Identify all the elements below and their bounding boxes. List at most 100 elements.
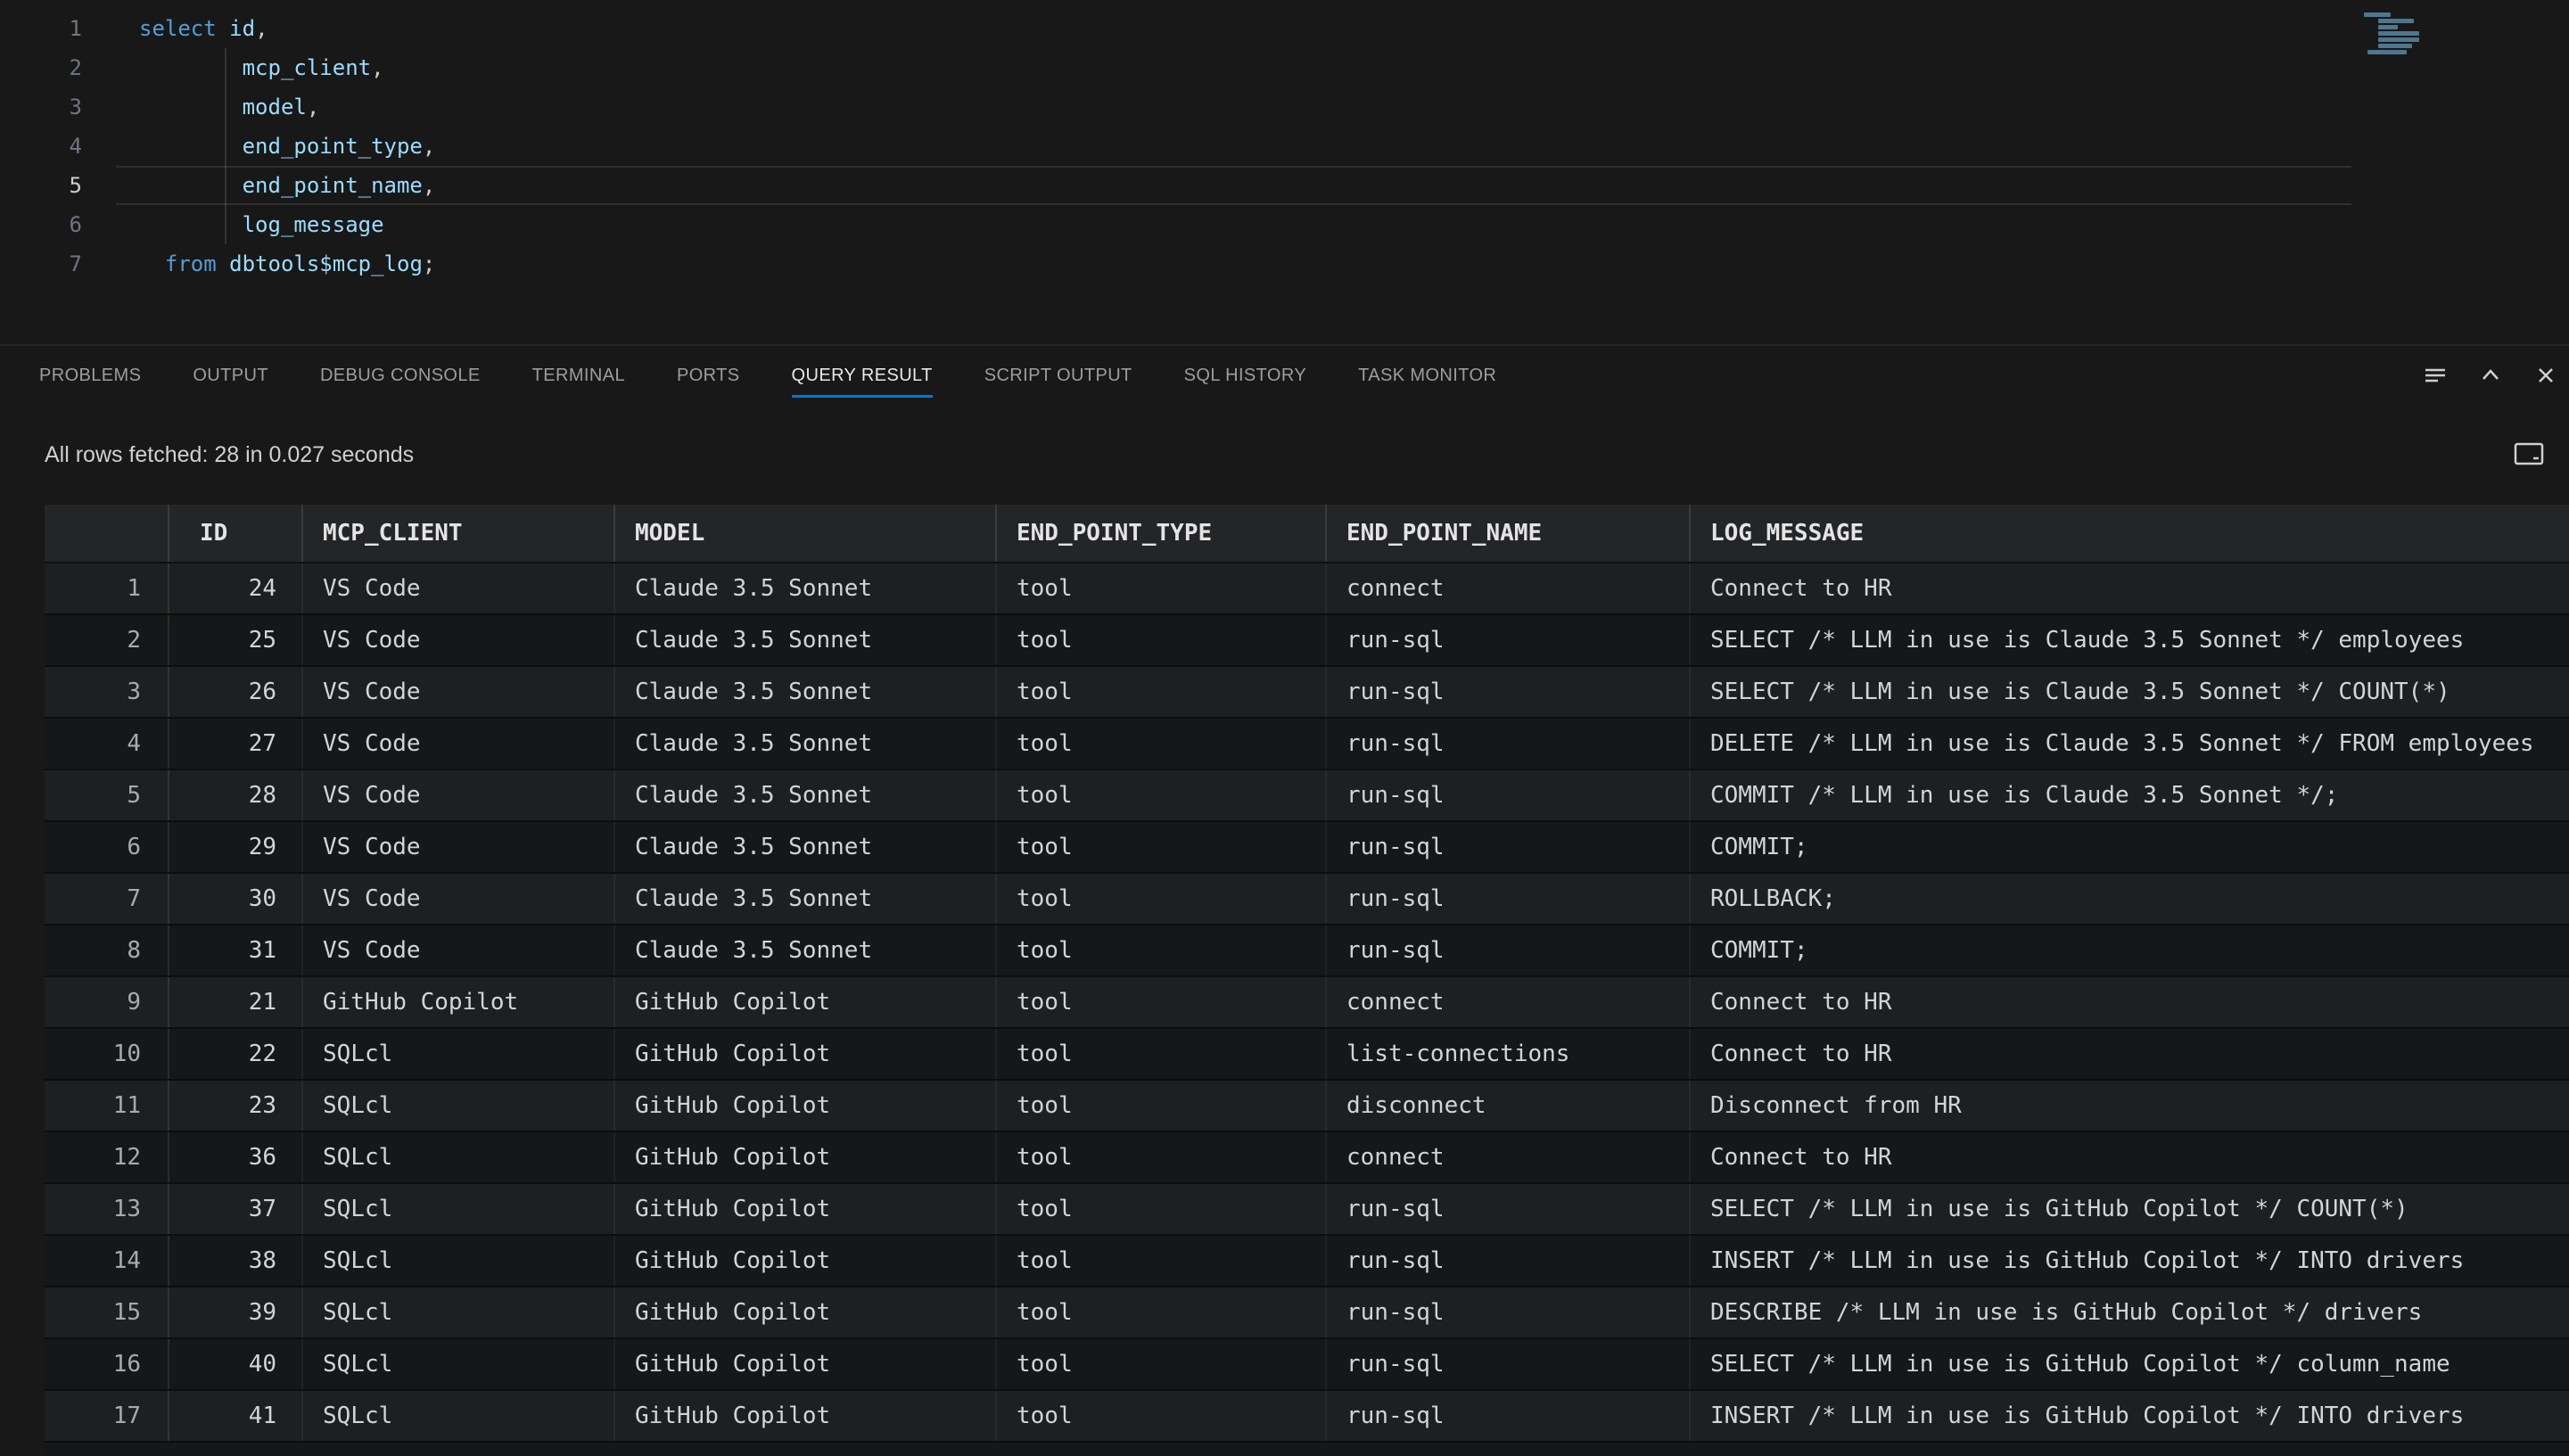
cell-id[interactable]: 37 <box>169 1184 303 1234</box>
table-row[interactable]: 1123SQLclGitHub CopilottooldisconnectDis… <box>45 1081 2569 1132</box>
cell-row-number[interactable]: 15 <box>45 1287 169 1337</box>
table-row[interactable]: 225VS CodeClaude 3.5 Sonnettoolrun-sqlSE… <box>45 615 2569 667</box>
cell-row-number[interactable]: 12 <box>45 1132 169 1182</box>
cell-row-number[interactable]: 10 <box>45 1029 169 1079</box>
cell-log-message[interactable]: DESCRIBE /* LLM in use is GitHub Copilot… <box>1691 1287 2569 1337</box>
cell-end-point-type[interactable]: tool <box>997 874 1327 924</box>
table-row[interactable]: 831VS CodeClaude 3.5 Sonnettoolrun-sqlCO… <box>45 925 2569 977</box>
cell-id[interactable]: 28 <box>169 770 303 820</box>
table-row[interactable]: 1022SQLclGitHub Copilottoollist-connecti… <box>45 1029 2569 1081</box>
cell-mcp-client[interactable]: VS Code <box>303 925 615 975</box>
cell-end-point-name[interactable]: run-sql <box>1327 667 1691 717</box>
cell-end-point-type[interactable]: tool <box>997 1081 1327 1131</box>
cell-model[interactable]: Claude 3.5 Sonnet <box>615 925 997 975</box>
cell-id[interactable]: 40 <box>169 1339 303 1389</box>
minimap[interactable] <box>2351 0 2569 344</box>
table-row[interactable]: 124VS CodeClaude 3.5 SonnettoolconnectCo… <box>45 563 2569 615</box>
line-number[interactable]: 6 <box>0 205 82 244</box>
table-row[interactable]: 730VS CodeClaude 3.5 Sonnettoolrun-sqlRO… <box>45 874 2569 925</box>
tab-task-monitor[interactable]: TASK MONITOR <box>1358 346 1496 405</box>
cell-mcp-client[interactable]: VS Code <box>303 563 615 613</box>
cell-model[interactable]: GitHub Copilot <box>615 1184 997 1234</box>
cell-row-number[interactable]: 2 <box>45 615 169 665</box>
cell-model[interactable]: Claude 3.5 Sonnet <box>615 822 997 872</box>
cell-end-point-type[interactable]: tool <box>997 1287 1327 1337</box>
table-row[interactable]: 1337SQLclGitHub Copilottoolrun-sqlSELECT… <box>45 1184 2569 1236</box>
table-row[interactable]: 1640SQLclGitHub Copilottoolrun-sqlSELECT… <box>45 1339 2569 1391</box>
cell-log-message[interactable]: Connect to HR <box>1691 563 2569 613</box>
table-row[interactable]: 1741SQLclGitHub Copilottoolrun-sqlINSERT… <box>45 1391 2569 1443</box>
cell-id[interactable]: 36 <box>169 1132 303 1182</box>
cell-row-number[interactable]: 4 <box>45 719 169 769</box>
cell-mcp-client[interactable]: VS Code <box>303 874 615 924</box>
cell-id[interactable]: 41 <box>169 1391 303 1441</box>
cell-model[interactable]: GitHub Copilot <box>615 977 997 1027</box>
cell-id[interactable]: 22 <box>169 1029 303 1079</box>
cell-model[interactable]: Claude 3.5 Sonnet <box>615 770 997 820</box>
cell-end-point-type[interactable]: tool <box>997 770 1327 820</box>
code-line-2[interactable]: 2 mcp_client, <box>0 48 2569 87</box>
cell-end-point-name[interactable]: run-sql <box>1327 925 1691 975</box>
cell-end-point-type[interactable]: tool <box>997 1391 1327 1441</box>
line-number[interactable]: 4 <box>0 127 82 166</box>
tab-sql-history[interactable]: SQL HISTORY <box>1184 346 1306 405</box>
cell-model[interactable]: GitHub Copilot <box>615 1081 997 1131</box>
tab-query-result[interactable]: QUERY RESULT <box>792 346 933 405</box>
cell-mcp-client[interactable]: SQLcl <box>303 1391 615 1441</box>
maximize-panel-icon[interactable] <box>2476 361 2505 390</box>
cell-row-number[interactable]: 1 <box>45 563 169 613</box>
table-row[interactable]: 921GitHub CopilotGitHub Copilottoolconne… <box>45 977 2569 1029</box>
cell-model[interactable]: GitHub Copilot <box>615 1236 997 1286</box>
cell-row-number[interactable]: 14 <box>45 1236 169 1286</box>
cell-mcp-client[interactable]: SQLcl <box>303 1184 615 1234</box>
table-row[interactable]: 528VS CodeClaude 3.5 Sonnettoolrun-sqlCO… <box>45 770 2569 822</box>
cell-end-point-name[interactable]: run-sql <box>1327 1391 1691 1441</box>
cell-end-point-name[interactable]: disconnect <box>1327 1081 1691 1131</box>
cell-log-message[interactable]: INSERT /* LLM in use is GitHub Copilot *… <box>1691 1236 2569 1286</box>
cell-row-number[interactable]: 8 <box>45 925 169 975</box>
cell-end-point-name[interactable]: run-sql <box>1327 1339 1691 1389</box>
cell-end-point-name[interactable]: run-sql <box>1327 822 1691 872</box>
cell-mcp-client[interactable]: VS Code <box>303 770 615 820</box>
cell-mcp-client[interactable]: VS Code <box>303 719 615 769</box>
table-row[interactable]: 1438SQLclGitHub Copilottoolrun-sqlINSERT… <box>45 1236 2569 1287</box>
cell-mcp-client[interactable]: VS Code <box>303 615 615 665</box>
cell-model[interactable]: Claude 3.5 Sonnet <box>615 719 997 769</box>
code-line-3[interactable]: 3 model, <box>0 87 2569 127</box>
cell-end-point-name[interactable]: list-connections <box>1327 1029 1691 1079</box>
cell-row-number[interactable]: 6 <box>45 822 169 872</box>
column-header-end-point-type[interactable]: END_POINT_TYPE <box>997 505 1327 562</box>
cell-end-point-name[interactable]: connect <box>1327 563 1691 613</box>
cell-mcp-client[interactable]: VS Code <box>303 822 615 872</box>
cell-mcp-client[interactable]: SQLcl <box>303 1236 615 1286</box>
sql-editor[interactable]: 1select id,2 mcp_client,3 model,4 end_po… <box>0 0 2569 344</box>
cell-model[interactable]: GitHub Copilot <box>615 1339 997 1389</box>
cell-log-message[interactable]: SELECT /* LLM in use is Claude 3.5 Sonne… <box>1691 667 2569 717</box>
cell-end-point-type[interactable]: tool <box>997 1132 1327 1182</box>
table-row[interactable]: 1539SQLclGitHub Copilottoolrun-sqlDESCRI… <box>45 1287 2569 1339</box>
cell-mcp-client[interactable]: VS Code <box>303 667 615 717</box>
cell-model[interactable]: Claude 3.5 Sonnet <box>615 667 997 717</box>
cell-row-number[interactable]: 17 <box>45 1391 169 1441</box>
cell-end-point-type[interactable]: tool <box>997 925 1327 975</box>
cell-id[interactable]: 21 <box>169 977 303 1027</box>
cell-log-message[interactable]: DELETE /* LLM in use is Claude 3.5 Sonne… <box>1691 719 2569 769</box>
line-number[interactable]: 7 <box>0 244 82 284</box>
table-row[interactable]: 1236SQLclGitHub CopilottoolconnectConnec… <box>45 1132 2569 1184</box>
cell-end-point-name[interactable]: run-sql <box>1327 1287 1691 1337</box>
cell-log-message[interactable]: Connect to HR <box>1691 977 2569 1027</box>
cell-id[interactable]: 23 <box>169 1081 303 1131</box>
cell-end-point-type[interactable]: tool <box>997 822 1327 872</box>
cell-log-message[interactable]: Disconnect from HR <box>1691 1081 2569 1131</box>
tab-terminal[interactable]: TERMINAL <box>532 346 625 405</box>
tab-output[interactable]: OUTPUT <box>193 346 268 405</box>
cell-end-point-type[interactable]: tool <box>997 615 1327 665</box>
cell-mcp-client[interactable]: GitHub Copilot <box>303 977 615 1027</box>
tab-script-output[interactable]: SCRIPT OUTPUT <box>984 346 1132 405</box>
cell-id[interactable]: 25 <box>169 615 303 665</box>
column-header-id[interactable]: ID <box>169 505 303 562</box>
cell-log-message[interactable]: ROLLBACK; <box>1691 874 2569 924</box>
code-line-5[interactable]: 5 end_point_name, <box>0 166 2569 205</box>
cell-row-number[interactable]: 5 <box>45 770 169 820</box>
cell-row-number[interactable]: 9 <box>45 977 169 1027</box>
